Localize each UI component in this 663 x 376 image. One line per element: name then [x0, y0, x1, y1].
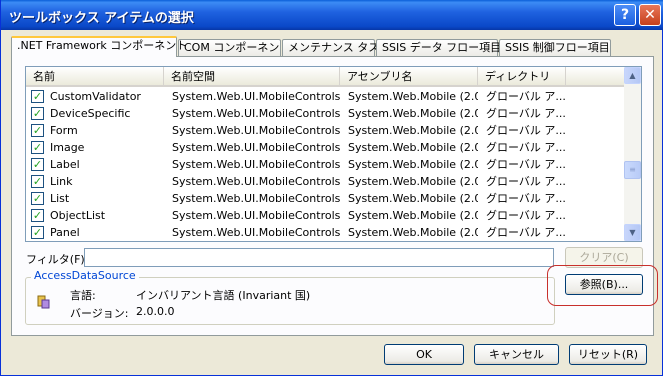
- tab-maintenance[interactable]: メンテナンス タスク: [282, 39, 390, 56]
- selected-item-name: AccessDataSource: [31, 269, 139, 282]
- table-row[interactable]: ✓ Panel System.Web.UI.MobileControls Sys…: [26, 224, 624, 241]
- tab-ssis-dataflow[interactable]: SSIS データ フロー項目: [376, 39, 501, 56]
- cell-namespace: System.Web.UI.MobileControls: [172, 158, 340, 171]
- row-checkbox[interactable]: ✓: [31, 226, 44, 239]
- cell-name: List: [50, 192, 70, 205]
- column-header-assembly[interactable]: アセンブリ名: [340, 67, 478, 86]
- cell-namespace: System.Web.UI.MobileControls: [172, 226, 340, 239]
- tab-ssis-controlflow[interactable]: SSIS 制御フロー項目: [499, 39, 611, 56]
- cell-directory: グローバル ア...: [486, 90, 566, 103]
- tab-com[interactable]: COM コンポーネント: [178, 39, 290, 56]
- filter-input[interactable]: [84, 248, 554, 267]
- browse-button[interactable]: 参照(B)...: [565, 274, 643, 295]
- cell-name: Panel: [50, 226, 80, 239]
- row-checkbox[interactable]: ✓: [31, 90, 44, 103]
- scroll-down-icon[interactable]: ▼: [624, 224, 641, 241]
- row-checkbox[interactable]: ✓: [31, 158, 44, 171]
- cell-name: ObjectList: [50, 209, 106, 222]
- cell-directory: グローバル ア...: [486, 226, 566, 239]
- row-checkbox[interactable]: ✓: [31, 192, 44, 205]
- cell-assembly: System.Web.Mobile (2.0...: [348, 226, 478, 239]
- cell-name: Label: [50, 158, 80, 171]
- cell-namespace: System.Web.UI.MobileControls: [172, 107, 340, 120]
- table-row[interactable]: ✓ Form System.Web.UI.MobileControls Syst…: [26, 122, 624, 139]
- ok-button[interactable]: OK: [384, 344, 464, 365]
- table-row[interactable]: ✓ DeviceSpecific System.Web.UI.MobileCon…: [26, 105, 624, 122]
- table-row[interactable]: ✓ Link System.Web.UI.MobileControls Syst…: [26, 173, 624, 190]
- cell-directory: グローバル ア...: [486, 192, 566, 205]
- vertical-scrollbar[interactable]: ▲ ≡ ▼: [624, 67, 641, 241]
- help-button[interactable]: ?: [614, 4, 636, 26]
- cell-namespace: System.Web.UI.MobileControls: [172, 209, 340, 222]
- column-header-name[interactable]: 名前: [26, 67, 164, 86]
- row-checkbox[interactable]: ✓: [31, 124, 44, 137]
- row-checkbox[interactable]: ✓: [31, 209, 44, 222]
- list-rows: ✓ CustomValidator System.Web.UI.MobileCo…: [26, 88, 624, 241]
- cell-namespace: System.Web.UI.MobileControls: [172, 192, 340, 205]
- cell-directory: グローバル ア...: [486, 141, 566, 154]
- list-header: 名前 名前空間 アセンブリ名 ディレクトリ: [26, 67, 624, 87]
- close-button[interactable]: ✕: [639, 4, 661, 26]
- cell-name: DeviceSpecific: [50, 107, 131, 120]
- cell-namespace: System.Web.UI.MobileControls: [172, 141, 340, 154]
- dialog-window: ツールボックス アイテムの選択 ? ✕ .NET Framework コンポーネ…: [0, 0, 663, 376]
- row-checkbox[interactable]: ✓: [31, 141, 44, 154]
- cell-assembly: System.Web.Mobile (2.0...: [348, 124, 478, 137]
- tab-panel: 名前 名前空間 アセンブリ名 ディレクトリ ✓ CustomValidator …: [11, 56, 658, 336]
- cell-name: CustomValidator: [50, 90, 141, 103]
- column-header-namespace[interactable]: 名前空間: [164, 67, 340, 86]
- cell-namespace: System.Web.UI.MobileControls: [172, 90, 340, 103]
- version-label: バージョン:: [70, 307, 129, 320]
- cell-directory: グローバル ア...: [486, 107, 566, 120]
- language-value: インバリアント言語 (Invariant 国): [136, 289, 311, 302]
- language-label: 言語:: [70, 289, 96, 302]
- table-row[interactable]: ✓ Image System.Web.UI.MobileControls Sys…: [26, 139, 624, 156]
- cell-namespace: System.Web.UI.MobileControls: [172, 175, 340, 188]
- cancel-button[interactable]: キャンセル: [474, 344, 559, 365]
- title-bar[interactable]: ツールボックス アイテムの選択 ? ✕: [1, 0, 663, 30]
- table-row[interactable]: ✓ Label System.Web.UI.MobileControls Sys…: [26, 156, 624, 173]
- cell-assembly: System.Web.Mobile (2.0...: [348, 107, 478, 120]
- cell-assembly: System.Web.Mobile (2.0...: [348, 209, 478, 222]
- tab-net-framework[interactable]: .NET Framework コンポーネント: [11, 36, 187, 57]
- cell-directory: グローバル ア...: [486, 124, 566, 137]
- reset-button[interactable]: リセット(R): [569, 344, 647, 365]
- cell-assembly: System.Web.Mobile (2.0...: [348, 175, 478, 188]
- cell-assembly: System.Web.Mobile (2.0...: [348, 192, 478, 205]
- version-value: 2.0.0.0: [136, 305, 175, 318]
- cell-name: Form: [50, 124, 78, 137]
- cell-directory: グローバル ア...: [486, 158, 566, 171]
- cell-name: Link: [50, 175, 73, 188]
- cell-assembly: System.Web.Mobile (2.0...: [348, 90, 478, 103]
- component-list[interactable]: 名前 名前空間 アセンブリ名 ディレクトリ ✓ CustomValidator …: [25, 66, 642, 242]
- scroll-up-icon[interactable]: ▲: [624, 67, 641, 84]
- column-header-directory[interactable]: ディレクトリ: [478, 67, 566, 86]
- cell-directory: グローバル ア...: [486, 209, 566, 222]
- cell-name: Image: [50, 141, 85, 154]
- cell-directory: グローバル ア...: [486, 175, 566, 188]
- row-checkbox[interactable]: ✓: [31, 107, 44, 120]
- filter-label: フィルタ(F):: [26, 253, 89, 266]
- table-row[interactable]: ✓ List System.Web.UI.MobileControls Syst…: [26, 190, 624, 207]
- component-icon: [37, 295, 50, 309]
- table-row[interactable]: ✓ CustomValidator System.Web.UI.MobileCo…: [26, 88, 624, 105]
- cell-assembly: System.Web.Mobile (2.0...: [348, 141, 478, 154]
- cell-assembly: System.Web.Mobile (2.0...: [348, 158, 478, 171]
- scroll-thumb[interactable]: ≡: [624, 161, 641, 179]
- table-row[interactable]: ✓ ObjectList System.Web.UI.MobileControl…: [26, 207, 624, 224]
- row-checkbox[interactable]: ✓: [31, 175, 44, 188]
- cell-namespace: System.Web.UI.MobileControls: [172, 124, 340, 137]
- window-title: ツールボックス アイテムの選択: [9, 11, 194, 26]
